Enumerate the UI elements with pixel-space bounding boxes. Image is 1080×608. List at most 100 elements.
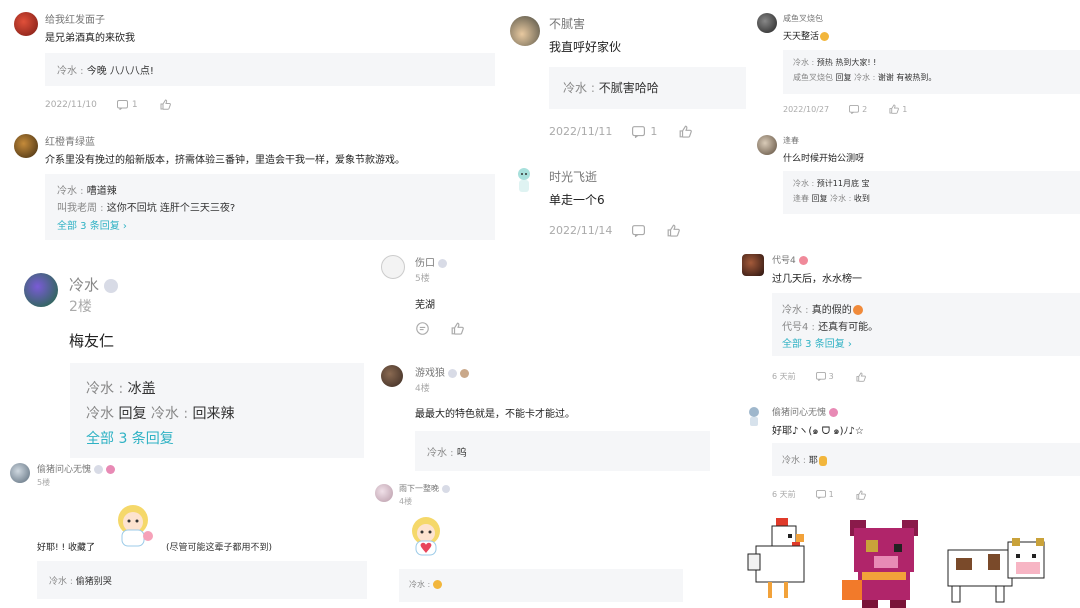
comment-count: 2 [862,104,868,114]
floor-number: 5楼 [37,478,51,487]
like-button[interactable] [856,371,866,382]
reply-box: 冷水 : 冰盖 冷水 回复 冷水 : 回来辣 全部 3 条回复 [70,363,364,458]
comment-username-text[interactable]: 伤口 [415,258,435,269]
reply-verb: 回复 [811,194,828,203]
comment-button[interactable]: 3 [815,372,834,381]
reply-text: 偷猪别哭 [75,577,112,587]
reply-box: 冷水 : 呜 [415,431,710,471]
reply-author[interactable]: 逢春 [793,194,809,203]
reply-author[interactable]: 冷水 [49,577,67,587]
comment-username-text[interactable]: 偷猪问心无愧 [772,408,826,418]
avatar[interactable] [381,365,403,387]
verified-badge-icon [93,465,103,474]
reply-author[interactable]: 冷水 [57,186,77,197]
comment-username[interactable]: 红橙青绿蓝 [45,133,95,148]
reply-text: 嘈道辣 [86,186,117,197]
reply-target[interactable]: 冷水 [151,406,179,422]
reply-author[interactable]: 代号4 [782,322,808,333]
thumbs-up-icon [667,224,681,237]
comment-button[interactable]: 1 [632,125,657,138]
reply-text: 预计11月底 宝 [816,179,870,188]
reply-text: 耶 [808,456,818,466]
comment-username[interactable]: 给我红发面子 [45,11,105,26]
avatar[interactable] [510,16,540,46]
reply-author[interactable]: 叫我老周 [57,203,97,214]
avatar[interactable] [14,12,38,36]
comment-button[interactable]: 2 [849,104,868,114]
view-all-replies-link[interactable]: 全部 3 条回复 › [782,335,852,350]
reply-target[interactable]: 冷水 [830,194,846,203]
comment-username-text[interactable]: 游戏狼 [415,368,445,379]
avatar[interactable] [10,463,30,483]
reply-line: 冷水 : 冰盖 [86,381,156,397]
comment-meta: 6 天前 1 [772,489,888,500]
like-button[interactable] [679,125,693,138]
avatar[interactable] [742,254,764,276]
reply-line: 冷水 : 呜 [427,448,467,459]
reply-author[interactable]: 冷水 [793,179,809,188]
smile-emoji-icon [820,32,830,41]
comment-username-text[interactable]: 偷猪问心无愧 [37,465,91,475]
comment-username[interactable]: 逢春 [783,135,799,146]
reply-line: 冷水 : 耶 [782,453,827,466]
avatar[interactable] [14,134,38,158]
avatar[interactable] [510,165,538,195]
thumbs-up-icon [451,322,464,335]
reply-author[interactable]: 冷水 [409,580,425,589]
reply-line: 叫我老周 : 这你不回坑 连肝个三天三夜? [57,203,236,214]
comment-card-12: 代号4 过几天后，水水榜一 冷水 : 真的假的 代号4 : 还真有可能。 全部 … [733,245,1080,395]
reply-line: 冷水 回复 冷水 : 回来辣 [86,406,235,422]
reply-target[interactable]: 冷水 [854,73,870,82]
thumbs-up-icon [856,489,866,500]
reply-author[interactable]: 冷水 [86,381,114,397]
like-button[interactable] [451,322,464,335]
verified-badge-icon [448,368,458,378]
level-badge-icon [798,256,808,265]
reply-author[interactable]: 冷水 [793,58,809,67]
reply-author[interactable]: 冷水 [86,406,114,422]
comment-username-text[interactable]: 雨下一整晚 [399,484,439,493]
reply-author[interactable]: 冷水 [57,66,77,77]
reply-author[interactable]: 冷水 [782,456,800,466]
comment-meta: 2022/11/14 [549,224,702,237]
comment-username[interactable]: 咸鱼叉烧包 [783,13,823,24]
like-button[interactable]: 1 [889,104,907,114]
avatar[interactable] [381,255,405,279]
comment-text: 梅友仁 [69,332,115,350]
like-button[interactable] [160,99,171,110]
comment-button[interactable] [632,224,646,237]
comment-username-text[interactable]: 代号4 [772,256,796,266]
avatar[interactable] [743,405,765,427]
view-all-replies-link[interactable]: 全部 3 条回复 [86,428,174,448]
reply-text: 今晚 八八八点! [86,66,154,77]
reply-author[interactable]: 咸鱼叉烧包 [793,73,833,82]
avatar[interactable] [24,273,58,307]
avatar[interactable] [757,13,777,33]
comment-text: 单走一个6 [549,193,605,207]
comment-button[interactable]: 1 [815,490,834,499]
like-button[interactable] [667,224,681,237]
reply-line: 冷水 : 预计11月底 宝 [793,179,870,188]
reply-text: 冰盖 [127,381,156,397]
reply-author[interactable]: 冷水 [782,305,802,316]
reply-line: 逢春 回复 冷水 : 收到 [793,194,870,203]
avatar[interactable] [375,484,393,502]
reply-box: 冷水 : 今晚 八八八点! [45,53,495,86]
comment-username[interactable]: 不腻害 [549,15,585,32]
like-button[interactable] [856,489,866,500]
comment-button[interactable] [416,322,429,335]
comment-username[interactable]: 时光飞逝 [549,168,597,185]
verified-badge-icon [438,258,448,268]
comment-icon [849,104,860,114]
comment-count: 1 [131,99,138,110]
reply-author[interactable]: 冷水 [427,448,447,459]
floor-number: 4楼 [399,497,413,506]
comment-username-text[interactable]: 冷水 [69,276,99,294]
comment-button[interactable]: 1 [116,99,138,110]
comment-text: 最最大的特色就是，不能卡才能过。 [415,409,575,420]
reply-text: 收到 [853,194,870,203]
avatar[interactable] [757,135,777,155]
reply-text: 这你不回坑 连肝个三天三夜? [106,203,236,214]
view-all-replies-link[interactable]: 全部 3 条回复 › [57,217,127,232]
reply-author[interactable]: 冷水 [563,81,587,95]
